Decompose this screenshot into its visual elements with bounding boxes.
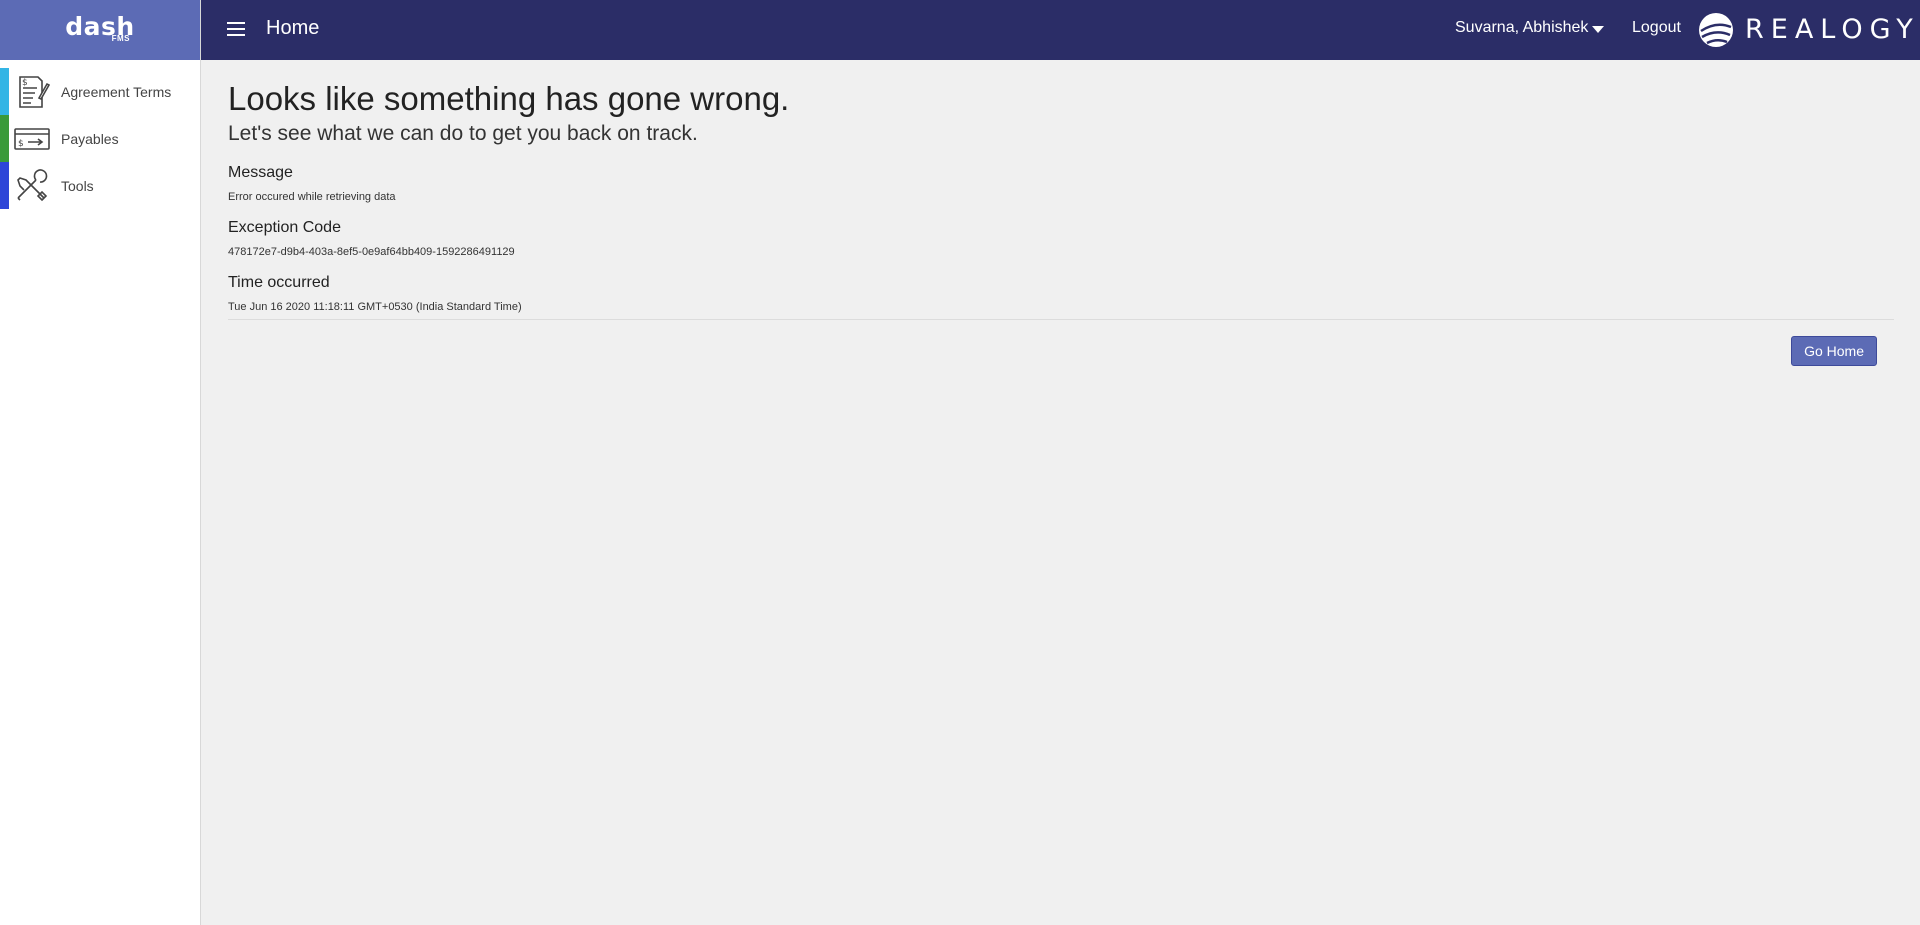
sidebar: dash FMS $ Agreement Terms $ Payables To… (0, 0, 201, 925)
tools-icon (14, 168, 50, 204)
sidebar-item-tools[interactable]: Tools (0, 162, 200, 209)
agreement-icon: $ (14, 74, 50, 110)
app-logo[interactable]: dash FMS (0, 0, 200, 60)
time-occurred-value: Tue Jun 16 2020 11:18:11 GMT+0530 (India… (228, 301, 522, 313)
user-menu-dropdown[interactable]: Suvarna, Abhishek (1455, 19, 1605, 37)
exception-code-label: Exception Code (228, 219, 341, 236)
realogy-logo-icon (1698, 12, 1734, 48)
payables-icon: $ (14, 121, 50, 157)
exception-code-value: 478172e7-d9b4-403a-8ef5-0e9af64bb409-159… (228, 246, 515, 258)
go-home-button[interactable]: Go Home (1791, 336, 1877, 366)
svg-text:$: $ (22, 78, 28, 88)
caret-down-icon (1592, 25, 1605, 33)
time-occurred-label: Time occurred (228, 274, 330, 291)
error-heading: Looks like something has gone wrong. (228, 80, 790, 117)
page-title: Home (266, 17, 320, 39)
button-row: Go Home (228, 320, 1894, 370)
message-label: Message (228, 164, 293, 181)
sidebar-item-label: Payables (61, 130, 119, 147)
sidebar-item-label: Agreement Terms (61, 83, 172, 100)
top-navbar: Home Suvarna, Abhishek Logout REALOGY (201, 0, 1920, 60)
menu-icon[interactable] (227, 22, 245, 36)
sidebar-item-payables[interactable]: $ Payables (0, 115, 200, 162)
sidebar-item-stripe (0, 162, 9, 209)
sidebar-item-stripe (0, 68, 9, 115)
logo-subtext: FMS (111, 34, 130, 43)
brand-name: REALOGY (1745, 14, 1920, 45)
user-name: Suvarna, Abhishek (1455, 19, 1589, 36)
sidebar-item-agreement-terms[interactable]: $ Agreement Terms (0, 68, 200, 115)
sidebar-item-stripe (0, 115, 9, 162)
sidebar-item-label: Tools (61, 177, 94, 194)
error-subheading: Let's see what we can do to get you back… (228, 122, 698, 145)
svg-text:$: $ (18, 139, 24, 149)
logout-link[interactable]: Logout (1632, 19, 1681, 37)
error-panel: Looks like something has gone wrong. Let… (228, 60, 1894, 370)
message-value: Error occured while retrieving data (228, 191, 396, 203)
